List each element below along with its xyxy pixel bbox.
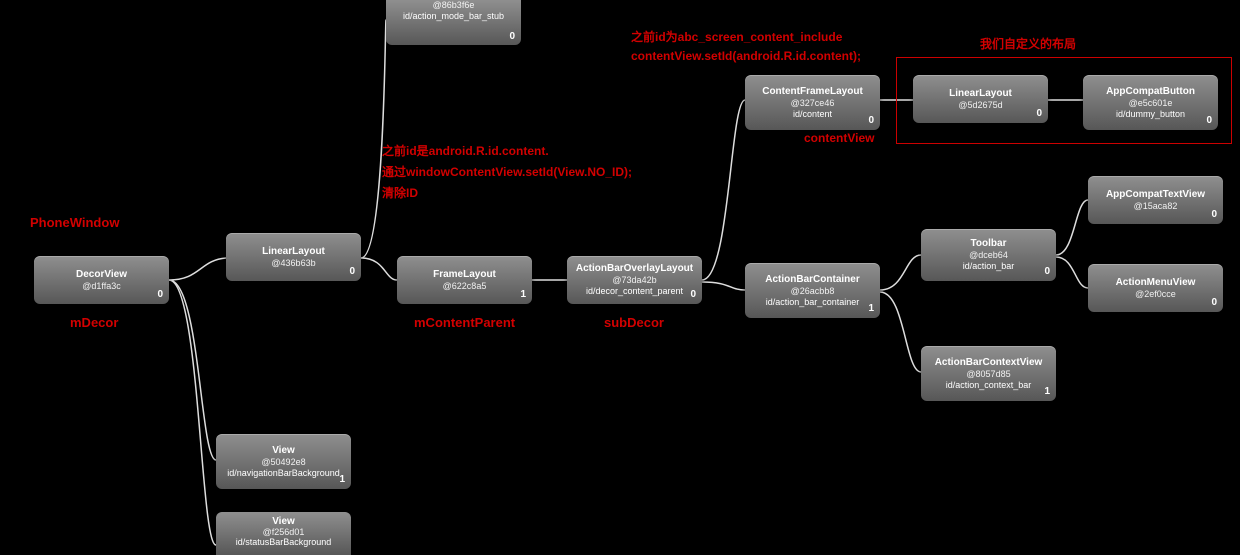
- note1-line3: 清除ID: [382, 184, 418, 201]
- node-navbar-bg[interactable]: View @50492e8 id/navigationBarBackground…: [216, 434, 351, 489]
- note1-line2: 通过windowContentView.setId(View.NO_ID);: [382, 163, 632, 180]
- label-mcontentparent: mContentParent: [414, 315, 515, 330]
- node-appcompattextview[interactable]: AppCompatTextView @15aca82 0: [1088, 176, 1223, 224]
- node-viewstub[interactable]: @86b3f6e id/action_mode_bar_stub 0: [386, 0, 521, 45]
- note3: 我们自定义的布局: [980, 35, 1076, 52]
- note1-line1: 之前id是android.R.id.content.: [382, 142, 549, 159]
- node-contentframelayout[interactable]: ContentFrameLayout @327ce46 id/content 0: [745, 75, 880, 130]
- node-decorview[interactable]: DecorView @d1ffa3c 0: [34, 256, 169, 304]
- node-statusbar-bg[interactable]: View @f256d01 id/statusBarBackground: [216, 512, 351, 555]
- node-actionmenuview[interactable]: ActionMenuView @2ef0cce 0: [1088, 264, 1223, 312]
- node-toolbar[interactable]: Toolbar @dceb64 id/action_bar 0: [921, 229, 1056, 281]
- node-actionbarcontainer[interactable]: ActionBarContainer @26acbb8 id/action_ba…: [745, 263, 880, 318]
- node-framelayout[interactable]: FrameLayout @622c8a5 1: [397, 256, 532, 304]
- node-actionbarcontextview[interactable]: ActionBarContextView @8057d85 id/action_…: [921, 346, 1056, 401]
- label-mdecor: mDecor: [70, 315, 118, 330]
- note2-line1: 之前id为abc_screen_content_include: [631, 28, 842, 45]
- label-phonewindow: PhoneWindow: [30, 215, 119, 230]
- label-contentview: contentView: [804, 131, 874, 145]
- node-linearlayout-root[interactable]: LinearLayout @436b63b 0: [226, 233, 361, 281]
- custom-layout-highlight: [896, 57, 1232, 144]
- note2-line2: contentView.setId(android.R.id.content);: [631, 49, 861, 63]
- node-actionbaroverlay[interactable]: ActionBarOverlayLayout @73da42b id/decor…: [567, 256, 702, 304]
- label-subdecor: subDecor: [604, 315, 664, 330]
